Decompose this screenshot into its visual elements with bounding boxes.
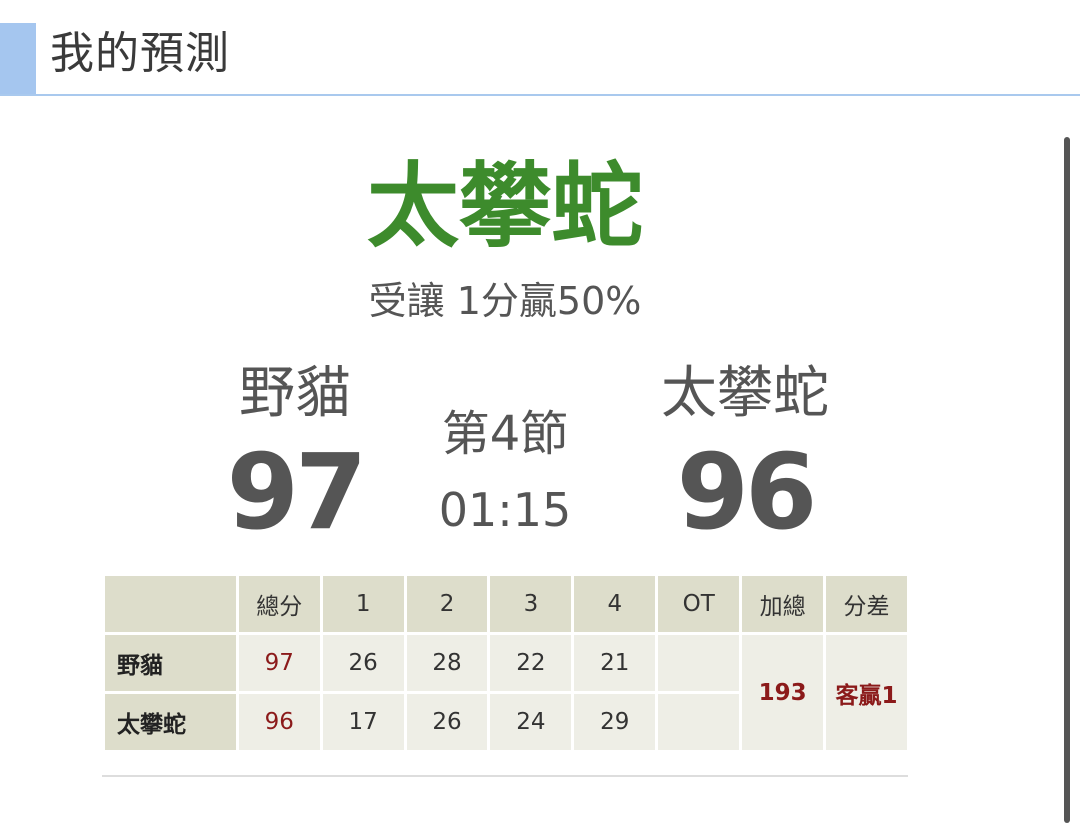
- ot-score: [655, 691, 743, 753]
- scrollbar[interactable]: [1064, 137, 1070, 823]
- prediction-line: 受讓 1分贏50%: [368, 279, 642, 323]
- divider: [102, 775, 908, 777]
- combined-total: 193: [739, 632, 827, 753]
- row-total: 97: [235, 632, 323, 694]
- column-header: OT: [655, 573, 743, 635]
- predicted-team: 太攀蛇: [366, 153, 643, 260]
- away-team-name: 太攀蛇: [661, 361, 829, 426]
- game-clock: 01:15: [438, 483, 572, 537]
- quarter-score: 26: [403, 691, 491, 753]
- column-header: [102, 573, 239, 635]
- game-status: 第4節 01:15: [400, 404, 610, 540]
- quarter-score: 29: [571, 691, 659, 753]
- column-header: 3: [487, 573, 575, 635]
- quarter-score: 22: [487, 632, 575, 694]
- away-team-block: 太攀蛇 96: [620, 360, 870, 552]
- quarter-score: 28: [403, 632, 491, 694]
- row-team-name: 太攀蛇: [102, 691, 239, 753]
- column-header: 4: [571, 573, 659, 635]
- table-header-row: 總分 1 2 3 4 OT 加總 分差: [102, 573, 910, 635]
- quarter-score: 21: [571, 632, 659, 694]
- game-period: 第4節: [441, 406, 569, 462]
- page-header: 我的預測: [0, 0, 1080, 96]
- column-header: 分差: [823, 573, 910, 635]
- row-total: 96: [235, 691, 323, 753]
- away-team-score: 96: [676, 431, 818, 553]
- home-team-name: 野貓: [239, 361, 351, 426]
- quarter-score: 24: [487, 691, 575, 753]
- column-header: 總分: [235, 573, 323, 635]
- page-title: 我的預測: [50, 28, 230, 79]
- quarter-score: 17: [319, 691, 407, 753]
- row-team-name: 野貓: [102, 632, 239, 694]
- table-row: 野貓 97 26 28 22 21 193 客贏1: [102, 632, 910, 753]
- column-header: 2: [403, 573, 491, 635]
- column-header: 加總: [739, 573, 827, 635]
- header-accent-bar: [0, 23, 36, 94]
- column-header: 1: [319, 573, 407, 635]
- home-team-block: 野貓 97: [170, 360, 420, 552]
- home-team-score: 97: [226, 431, 368, 553]
- quarter-score: 26: [319, 632, 407, 694]
- box-score-table: 總分 1 2 3 4 OT 加總 分差 野貓 97 26 28 22 21 19…: [102, 573, 910, 753]
- score-difference: 客贏1: [823, 632, 910, 753]
- ot-score: [655, 632, 743, 694]
